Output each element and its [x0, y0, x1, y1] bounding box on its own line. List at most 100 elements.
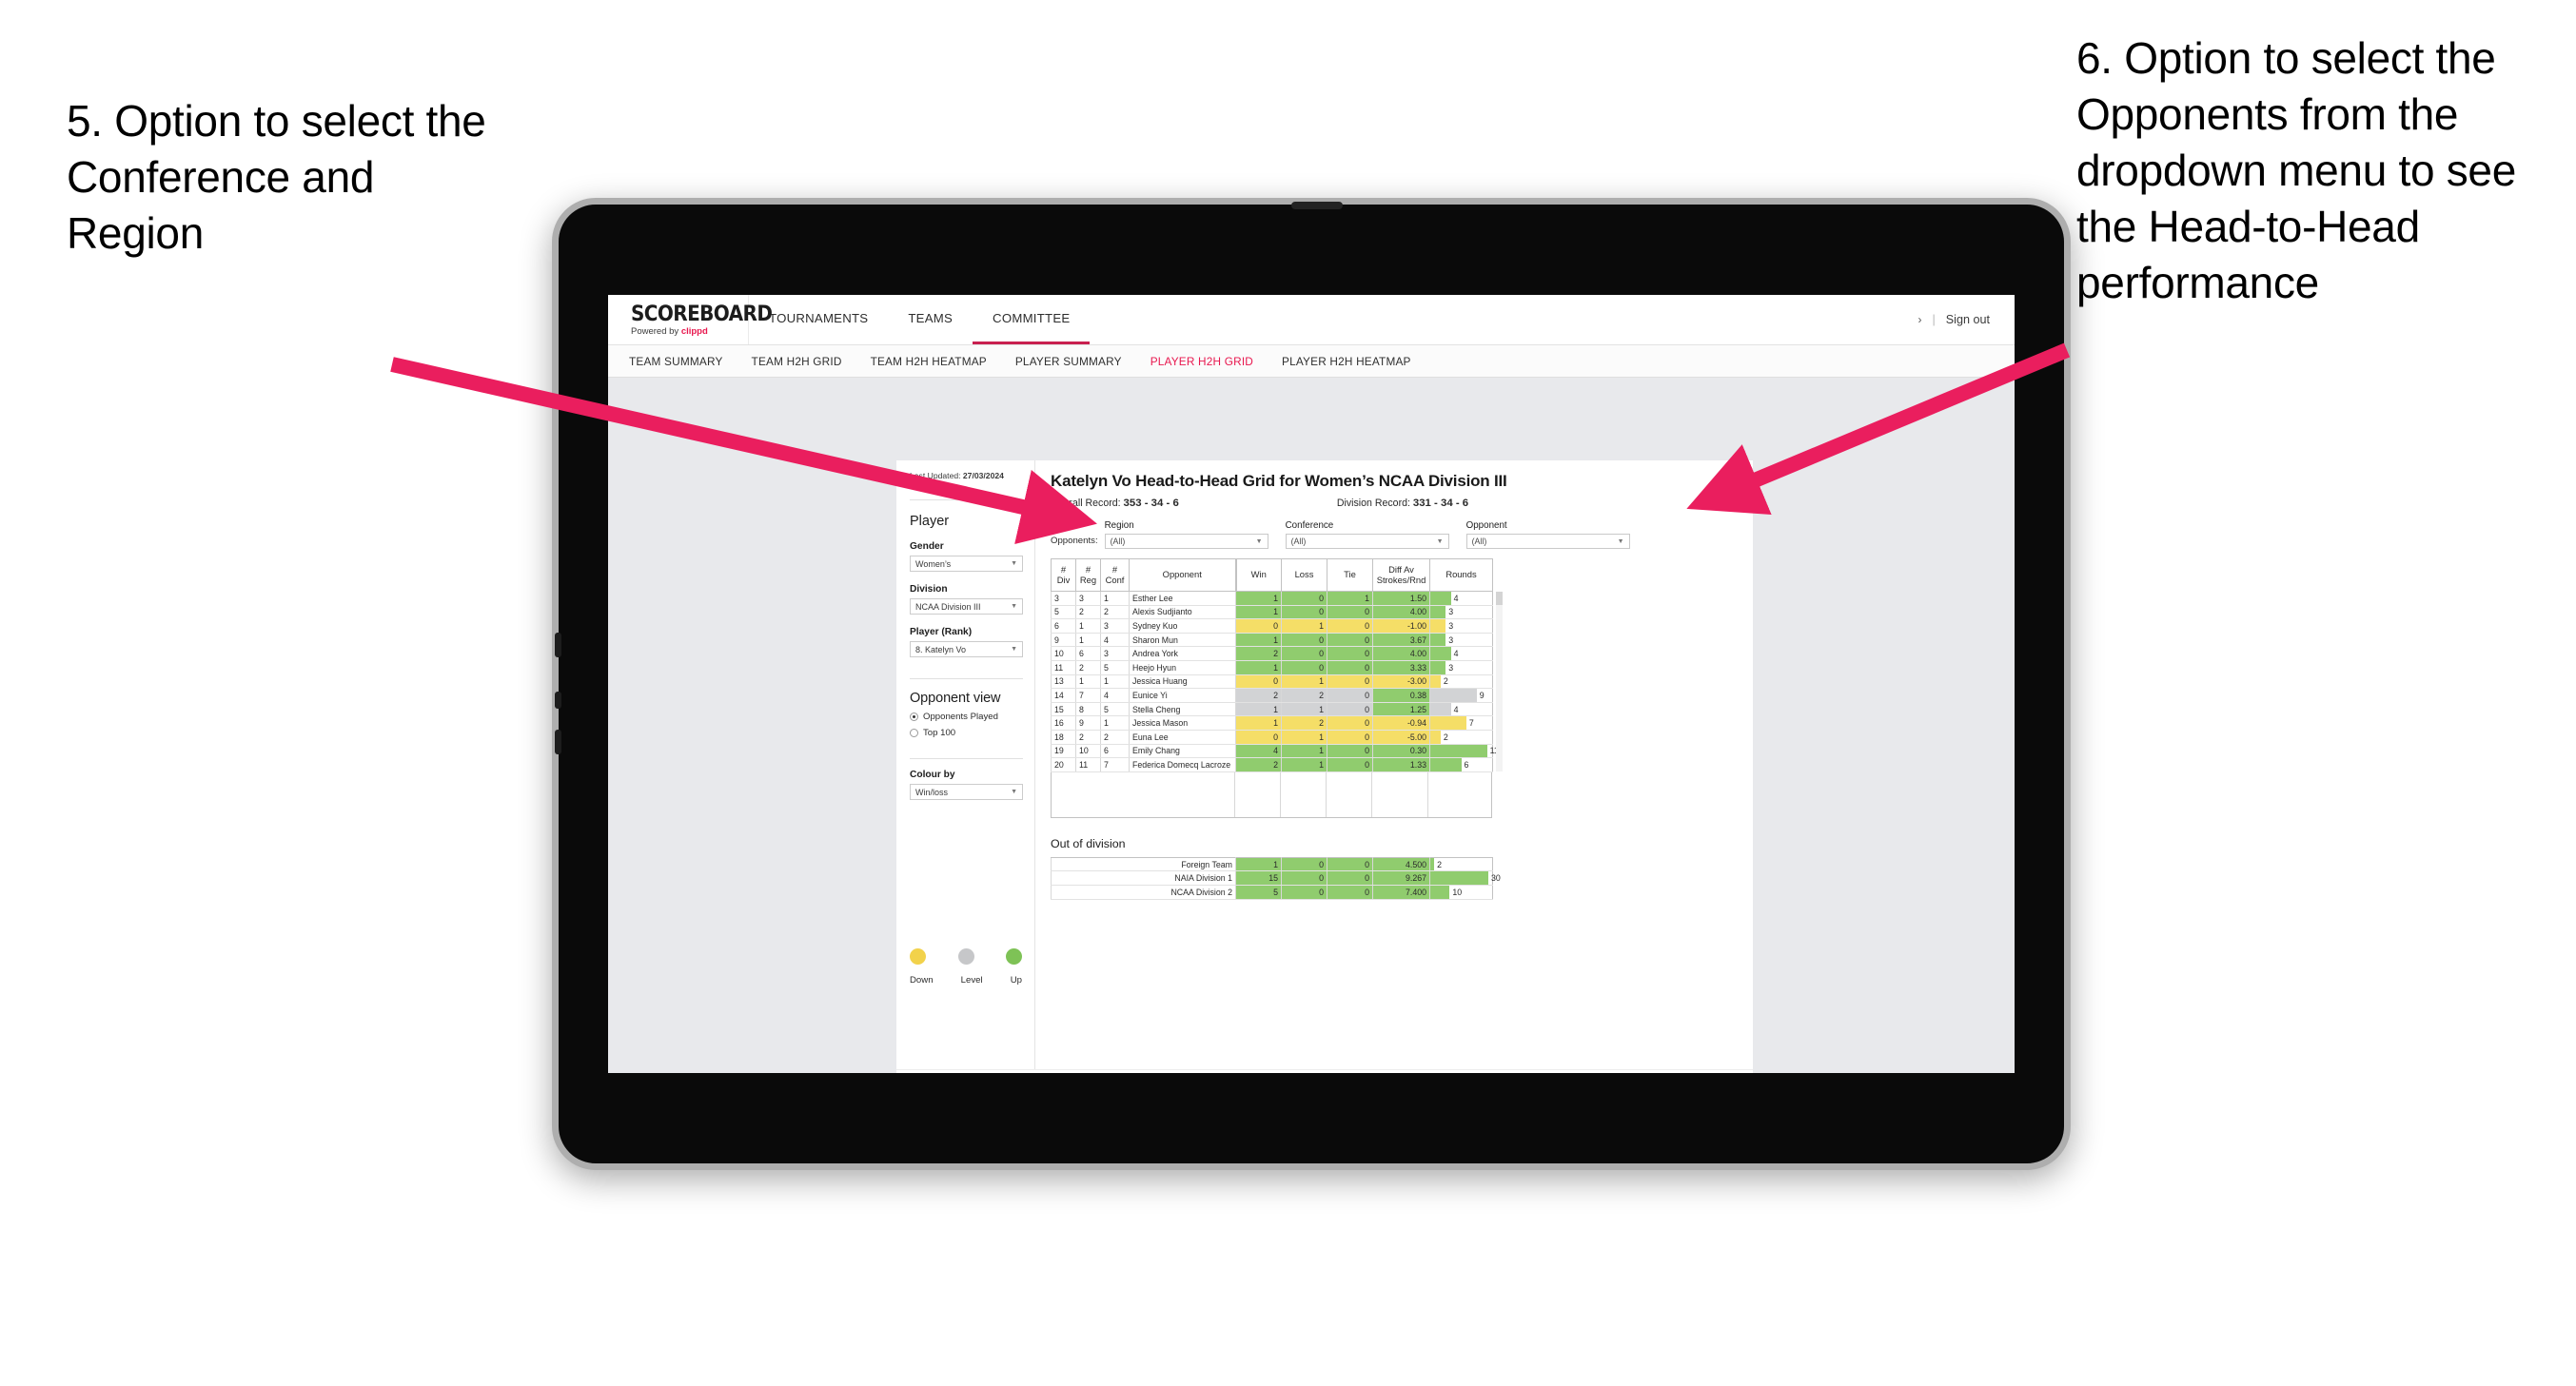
rounds-bar [1430, 744, 1487, 758]
cell-diff: 1.33 [1372, 757, 1430, 772]
table-row[interactable]: 18 2 2 Euna Lee 0 1 0 -5.00 2 [1051, 730, 1493, 745]
conference-filter-label: Conference [1285, 520, 1334, 531]
h2h-col-header-1[interactable]: # Reg [1075, 558, 1101, 592]
last-updated-time: 16:38 [910, 480, 931, 491]
division-select[interactable]: NCAA Division III ▼ [910, 598, 1023, 615]
rounds-value: 30 [1490, 873, 1501, 884]
tab-team-h2h-heatmap[interactable]: TEAM H2H HEATMAP [871, 355, 987, 368]
cell-opponent: Esther Lee [1129, 591, 1236, 606]
table-row[interactable]: NCAA Division 2 5 0 0 7.400 10 [1051, 885, 1493, 900]
table-row[interactable]: 13 1 1 Jessica Huang 0 1 0 -3.00 2 [1051, 674, 1493, 690]
table-row[interactable]: 19 10 6 Emily Chang 4 1 0 0.30 11 [1051, 744, 1499, 759]
cell-loss: 0 [1281, 591, 1327, 606]
table-row[interactable]: 6 1 3 Sydney Kuo 0 1 0 -1.00 3 [1051, 618, 1493, 634]
nav-item-committee[interactable]: COMMITTEE [973, 295, 1091, 344]
table-row[interactable]: 5 2 2 Alexis Sudjianto 1 0 0 4.00 3 [1051, 605, 1493, 620]
h2h-col-header-7[interactable]: Diff Av Strokes/Rnd [1372, 558, 1430, 592]
cell-loss: 0 [1281, 646, 1327, 661]
rounds-bar [1430, 716, 1466, 730]
cell-opponent: Heejo Hyun [1129, 660, 1236, 675]
region-filter-select[interactable]: (All) ▼ [1104, 534, 1268, 549]
conference-filter-select[interactable]: (All) ▼ [1285, 534, 1449, 549]
h2h-col-header-2[interactable]: # Conf [1100, 558, 1130, 592]
player-rank-select[interactable]: 8. Katelyn Vo ▼ [910, 641, 1023, 658]
rounds-bar [1430, 619, 1446, 633]
tab-player-h2h-grid[interactable]: PLAYER H2H GRID [1150, 355, 1253, 368]
rounds-bar [1430, 758, 1462, 771]
cell-rounds: 11 [1429, 744, 1499, 759]
cell-tie: 0 [1327, 856, 1373, 872]
cell-rounds: 3 [1429, 618, 1493, 634]
table-row[interactable]: 10 6 3 Andrea York 2 0 0 4.00 4 [1051, 646, 1493, 661]
device-side-button-top[interactable] [555, 633, 561, 657]
nav-item-teams[interactable]: TEAMS [888, 295, 973, 344]
tab-team-summary[interactable]: TEAM SUMMARY [629, 355, 723, 368]
cell-win: 5 [1235, 885, 1282, 900]
colour-by-select[interactable]: Win/loss ▼ [910, 784, 1023, 801]
cell-diff: -1.00 [1372, 618, 1430, 634]
h2h-col-header-3[interactable]: Opponent [1129, 558, 1237, 592]
cell-win: 2 [1235, 688, 1282, 703]
tablet-screen: SCOREBOARD Powered by clippd TOURNAMENTS… [608, 295, 2015, 1073]
cell-tie: 0 [1327, 674, 1373, 690]
cell-div: 9 [1051, 633, 1076, 648]
logo-tagline-prefix: Powered by [631, 325, 681, 337]
cell-win: 0 [1235, 674, 1282, 690]
h2h-col-header-8[interactable]: Rounds [1429, 558, 1493, 592]
cell-loss: 0 [1281, 605, 1327, 620]
rounds-bar [1430, 871, 1488, 885]
device-side-button-bottom[interactable] [555, 730, 561, 754]
cell-diff: 9.267 [1372, 870, 1430, 886]
cell-tie: 0 [1327, 618, 1373, 634]
table-row[interactable]: 20 11 7 Federica Domecq Lacroze 2 1 0 1.33 6 [1051, 757, 1493, 772]
rounds-bar [1430, 674, 1441, 689]
tab-team-h2h-grid[interactable]: TEAM H2H GRID [752, 355, 842, 368]
opponent-filter-select[interactable]: (All) ▼ [1465, 534, 1630, 549]
table-row[interactable]: 16 9 1 Jessica Mason 1 2 0 -0.94 7 [1051, 715, 1493, 731]
cell-loss: 1 [1281, 618, 1327, 634]
chevron-right-icon[interactable]: › [1918, 313, 1922, 326]
h2h-col-header-6[interactable]: Tie [1327, 558, 1373, 592]
tab-player-h2h-heatmap[interactable]: PLAYER H2H HEATMAP [1282, 355, 1411, 368]
gender-select[interactable]: Women’s ▼ [910, 556, 1023, 573]
table-row[interactable]: 14 7 4 Eunice Yi 2 2 0 0.38 9 [1051, 688, 1493, 703]
radio-top-100[interactable]: Top 100 [910, 728, 1023, 738]
cell-win: 1 [1235, 715, 1282, 731]
h2h-col-header-4[interactable]: Win [1235, 558, 1282, 592]
radio-opponents-played-label: Opponents Played [923, 712, 998, 723]
grid-filler-cell [1052, 771, 1236, 817]
out-of-division-body: Foreign Team 1 0 0 4.500 2 NAIA Division 1 15 0 0… [1051, 856, 1501, 900]
grid-filler-cell [1372, 771, 1429, 817]
cell-group-name: Foreign Team [1051, 856, 1236, 872]
h2h-grid-scrollbar[interactable] [1496, 592, 1503, 771]
table-row[interactable]: 15 8 5 Stella Cheng 1 1 0 1.25 4 [1051, 702, 1493, 717]
radio-icon-selected [910, 713, 918, 722]
h2h-col-header-0[interactable]: # Div [1051, 558, 1076, 592]
cell-rounds: 2 [1429, 730, 1493, 745]
table-row[interactable]: 3 3 1 Esther Lee 1 0 1 1.50 4 [1051, 591, 1493, 606]
sidebar-divider-2 [910, 678, 1023, 680]
tab-player-summary[interactable]: PLAYER SUMMARY [1015, 355, 1122, 368]
rounds-bar [1430, 885, 1450, 899]
grid-filler-cell [1428, 772, 1491, 817]
app-logo[interactable]: SCOREBOARD Powered by clippd [608, 295, 773, 344]
sign-out-button[interactable]: Sign out [1946, 313, 1990, 326]
division-label: Division [910, 584, 948, 595]
legend-dots [910, 948, 1022, 965]
table-row[interactable]: 9 1 4 Sharon Mun 1 0 0 3.67 3 [1051, 633, 1493, 648]
rounds-bar [1430, 633, 1446, 647]
cell-diff: 0.30 [1372, 744, 1430, 759]
cell-opponent: Emily Chang [1129, 744, 1236, 759]
h2h-grid-head: # Div # Reg # Conf Opponent Win Loss Tie Diff Av St… [1051, 558, 1493, 592]
radio-opponents-played[interactable]: Opponents Played [910, 712, 1023, 722]
radio-icon-unselected [910, 729, 918, 738]
table-row[interactable]: Foreign Team 1 0 0 4.500 2 [1051, 856, 1493, 872]
player-rank-label: Player (Rank) [910, 627, 973, 638]
device-side-button-mid[interactable] [555, 692, 561, 709]
cell-tie: 0 [1327, 715, 1373, 731]
cell-conf: 1 [1100, 674, 1130, 690]
scrollbar-thumb[interactable] [1496, 592, 1503, 605]
h2h-col-header-5[interactable]: Loss [1281, 558, 1327, 592]
table-row[interactable]: 11 2 5 Heejo Hyun 1 0 0 3.33 3 [1051, 660, 1493, 675]
table-row[interactable]: NAIA Division 1 15 0 0 9.267 30 [1051, 870, 1501, 886]
